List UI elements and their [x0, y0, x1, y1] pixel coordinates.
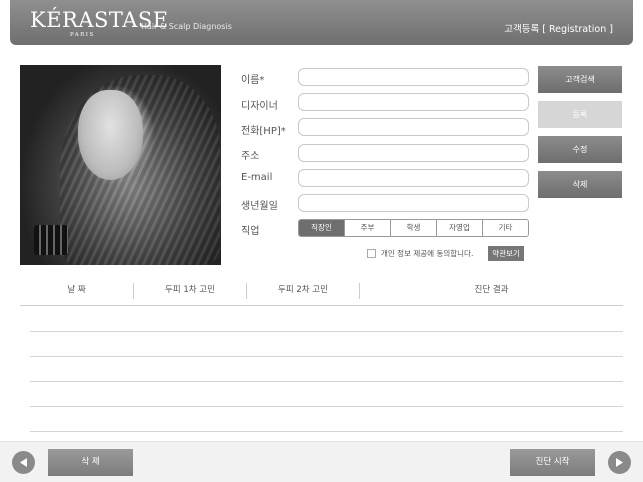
- designer-field[interactable]: [298, 93, 529, 111]
- photo-face: [78, 90, 143, 180]
- column-date: 날 짜: [67, 285, 86, 295]
- job-option-office-worker[interactable]: 직장인: [299, 220, 345, 236]
- birthday-field[interactable]: [298, 194, 529, 212]
- table-row: [30, 431, 623, 432]
- job-option-self-employed[interactable]: 자영업: [437, 220, 483, 236]
- page-title: 고객등록 [ Registration ]: [504, 24, 613, 35]
- job-selector: 직장인 주부 학생 자영업 기타: [298, 219, 529, 237]
- arrow-right-icon: [616, 458, 623, 467]
- prev-button[interactable]: [12, 451, 35, 474]
- job-option-other[interactable]: 기타: [483, 220, 528, 236]
- app-header: KÉRASTASE PARIS Hair & Scalp Diagnosis 고…: [10, 0, 633, 45]
- next-button[interactable]: [608, 451, 631, 474]
- start-diagnosis-button[interactable]: 진단 시작: [510, 449, 595, 476]
- job-option-student[interactable]: 학생: [391, 220, 437, 236]
- edit-button[interactable]: 수정: [538, 136, 622, 163]
- photo-bracelet: [34, 225, 68, 255]
- job-option-homemaker[interactable]: 주부: [345, 220, 391, 236]
- consent-row: 개인 정보 제공에 동의합니다.: [367, 248, 473, 259]
- table-row: [30, 406, 623, 407]
- app-name: Hair & Scalp Diagnosis: [141, 22, 232, 31]
- phone-label: 전화[HP]*: [241, 126, 286, 137]
- designer-label: 디자이너: [241, 101, 278, 112]
- arrow-left-icon: [20, 458, 27, 467]
- name-label: 이름*: [241, 75, 265, 86]
- footer-delete-button[interactable]: 삭 제: [48, 449, 133, 476]
- column-scalp-concern-1: 두피 1차 고민: [165, 285, 215, 295]
- address-field[interactable]: [298, 144, 529, 162]
- column-diagnosis-result: 진단 결과: [474, 285, 509, 295]
- name-field[interactable]: [298, 68, 529, 86]
- phone-field[interactable]: [298, 118, 529, 136]
- history-table-header: 날 짜 두피 1차 고민 두피 2차 고민 진단 결과: [20, 282, 623, 306]
- column-scalp-concern-2: 두피 2차 고민: [278, 285, 328, 295]
- table-row: [30, 331, 623, 332]
- consent-checkbox[interactable]: [367, 249, 376, 258]
- email-field[interactable]: [298, 169, 529, 187]
- brand-subtitle: PARIS: [70, 32, 95, 38]
- view-terms-button[interactable]: 약관보기: [488, 246, 524, 261]
- customer-search-button[interactable]: 고객검색: [538, 66, 622, 93]
- consent-text: 개인 정보 제공에 동의합니다.: [381, 249, 474, 258]
- birthday-label: 생년월일: [241, 201, 278, 212]
- model-photo: [20, 65, 221, 265]
- email-label: E-mail: [241, 172, 273, 183]
- footer-bar: 삭 제 진단 시작: [0, 441, 643, 482]
- register-button[interactable]: 등록: [538, 101, 622, 128]
- table-row: [30, 356, 623, 357]
- job-label: 직업: [241, 226, 260, 237]
- delete-customer-button[interactable]: 삭제: [538, 171, 622, 198]
- table-row: [30, 381, 623, 382]
- address-label: 주소: [241, 151, 260, 162]
